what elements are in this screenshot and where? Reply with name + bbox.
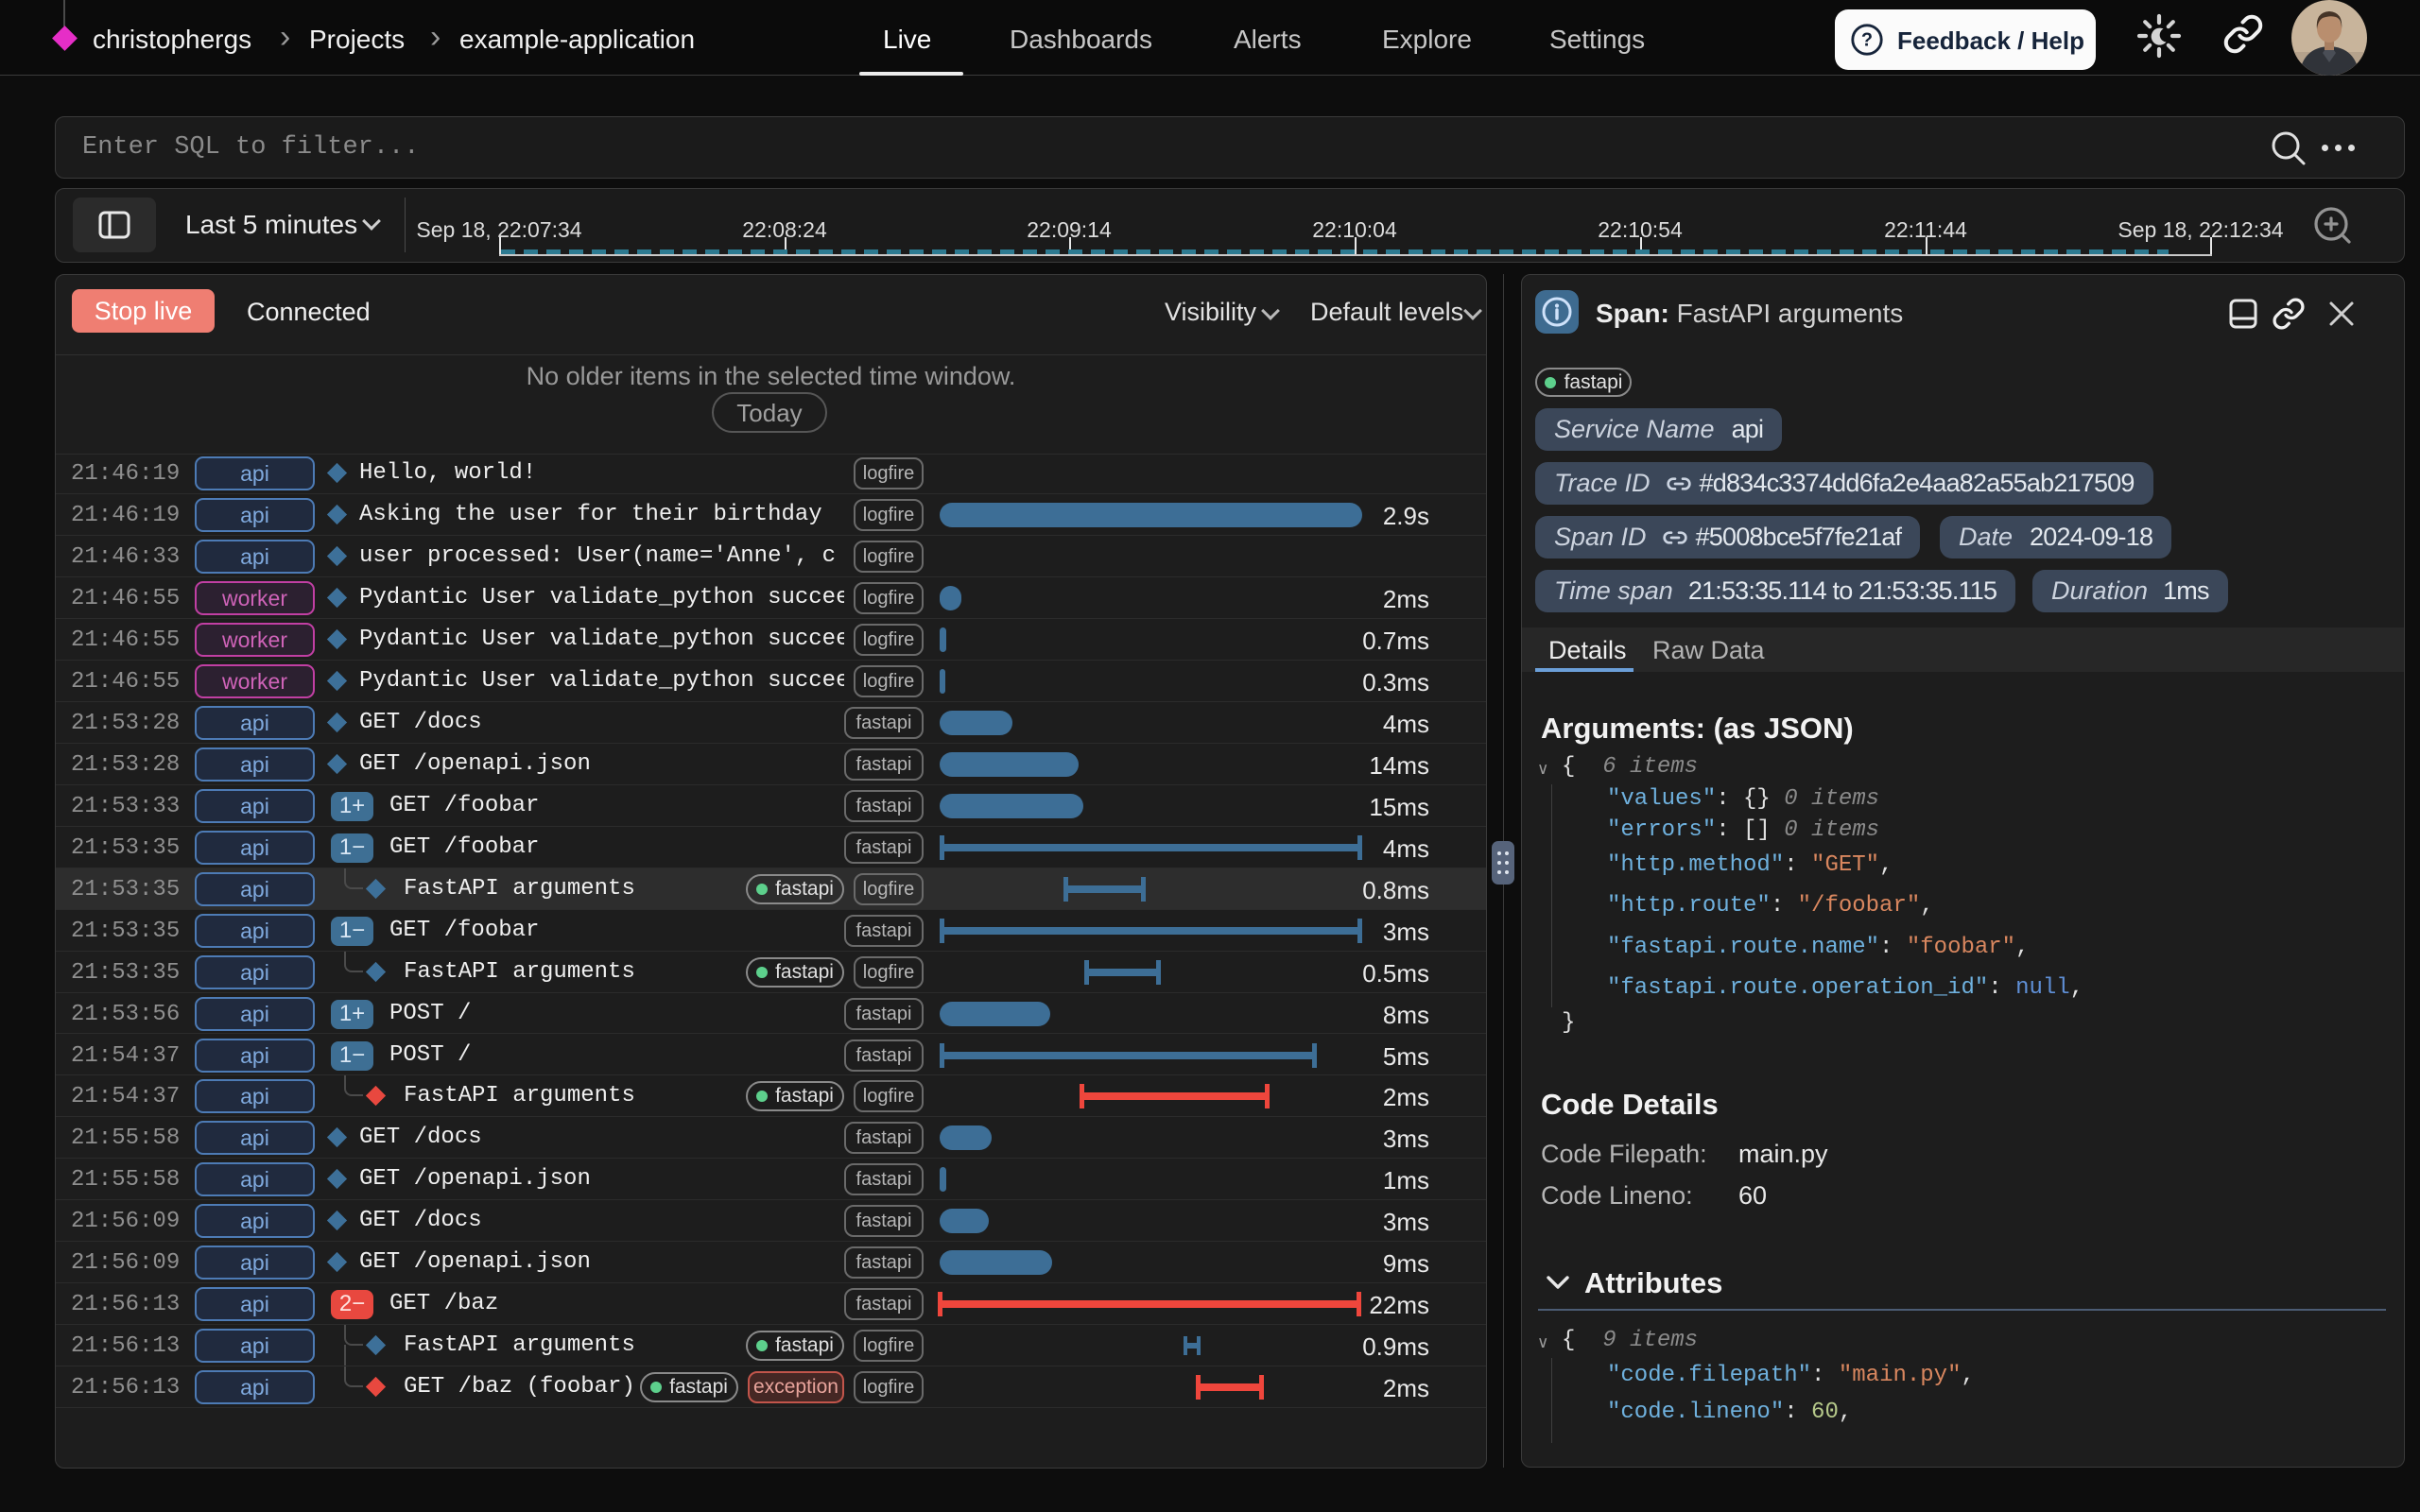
svg-text:?: ?: [1861, 30, 1873, 51]
